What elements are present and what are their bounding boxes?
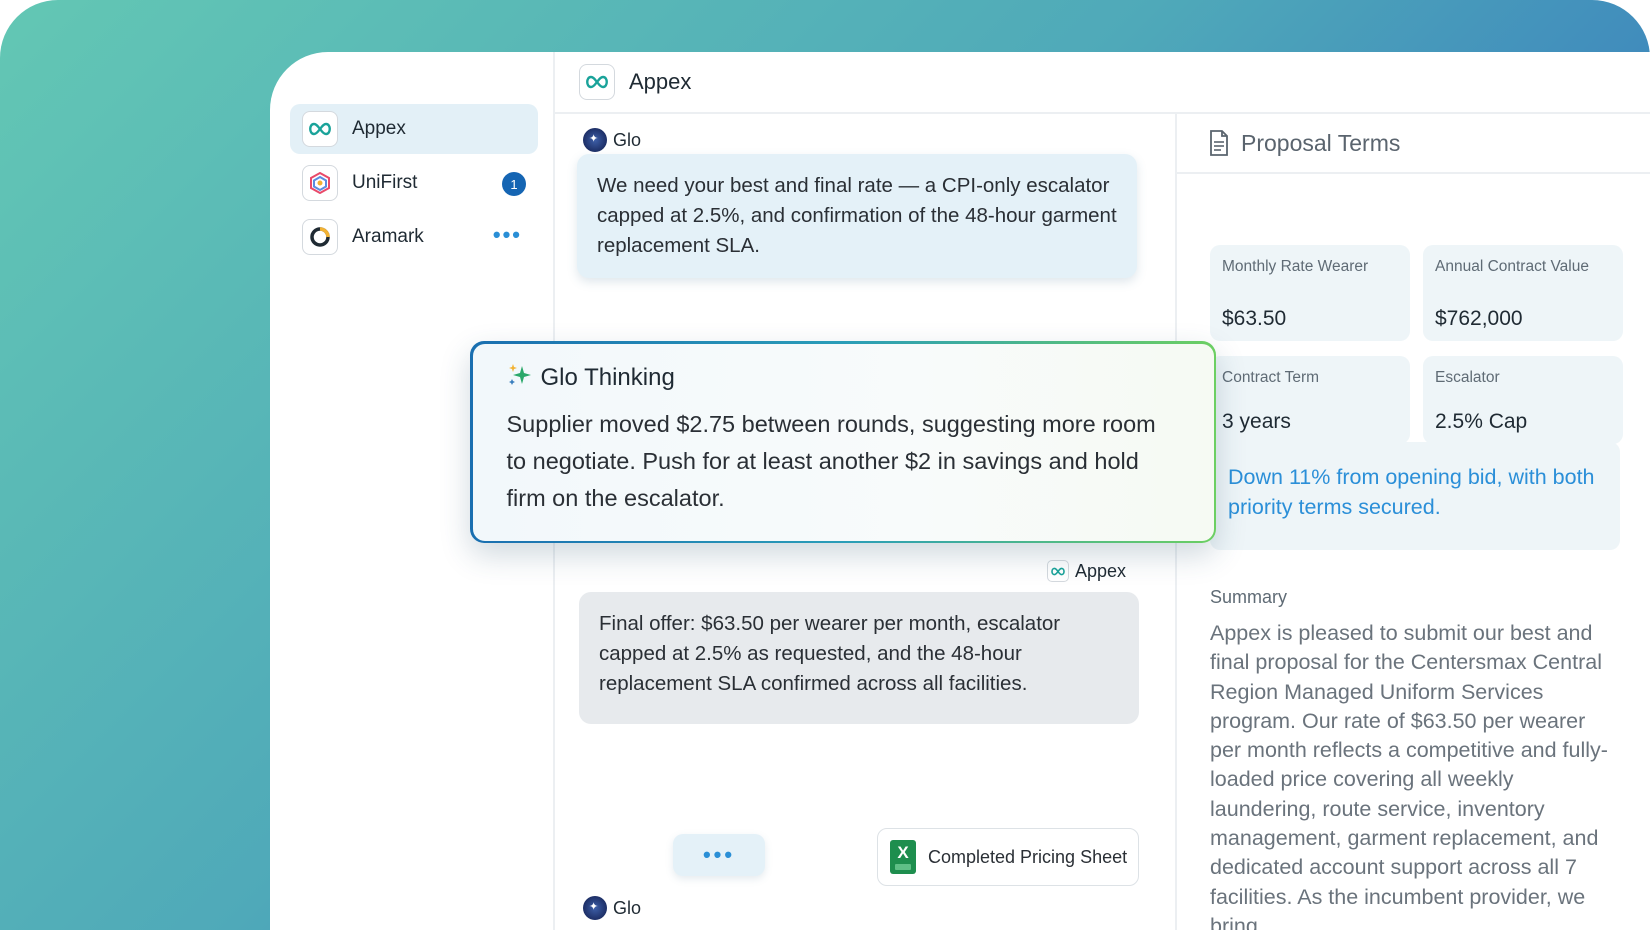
sidebar-item-unifirst[interactable]: UniFirst 1 xyxy=(290,158,538,208)
term-card-contract-term: Contract Term 3 years xyxy=(1210,356,1410,444)
typing-indicator: ••• xyxy=(673,834,765,876)
sidebar-item-label: UniFirst xyxy=(352,172,418,193)
message-bubble: Final offer: $63.50 per wearer per month… xyxy=(579,592,1139,724)
more-options-icon[interactable]: ••• xyxy=(493,222,522,248)
document-icon xyxy=(1210,130,1228,156)
sender-name: Glo xyxy=(613,897,642,918)
message-bubble: We need your best and final rate — a CPI… xyxy=(577,154,1137,278)
glo-thinking-card: Glo Thinking Supplier moved $2.75 betwee… xyxy=(470,341,1216,543)
sidebar-item-label: Aramark xyxy=(352,226,424,247)
term-label: Monthly Rate Wearer xyxy=(1222,258,1369,275)
sparkle-icon xyxy=(507,362,533,394)
thinking-text: Supplier moved $2.75 between rounds, sug… xyxy=(506,410,1156,511)
sender-name: Appex xyxy=(1075,560,1127,581)
savings-highlight: Down 11% from opening bid, with both pri… xyxy=(1210,442,1620,550)
message-sender: Glo xyxy=(583,128,641,152)
unread-badge: 1 xyxy=(502,172,526,196)
appex-logo-icon xyxy=(1047,560,1069,582)
thinking-title: Glo Thinking xyxy=(540,363,675,391)
message-sender: Glo xyxy=(583,896,641,920)
panel-header: Proposal Terms xyxy=(1177,114,1650,174)
term-card-monthly-rate: Monthly Rate Wearer $63.50 xyxy=(1210,245,1410,341)
term-label: Contract Term xyxy=(1222,369,1320,386)
term-card-escalator: Escalator 2.5% Cap xyxy=(1423,356,1623,444)
sidebar-item-appex[interactable]: Appex xyxy=(290,104,538,154)
sidebar-item-label: Appex xyxy=(352,118,406,139)
sidebar-item-aramark[interactable]: Aramark ••• xyxy=(290,212,538,262)
appex-logo-icon xyxy=(302,111,338,147)
term-card-annual-value: Annual Contract Value $762,000 xyxy=(1423,245,1623,341)
glo-avatar-icon xyxy=(583,128,607,152)
sender-name: Glo xyxy=(613,129,642,150)
attachment-label: Completed Pricing Sheet xyxy=(928,846,1128,867)
message-sender: Appex xyxy=(1047,560,1126,582)
thinking-header: Glo Thinking xyxy=(507,362,1180,394)
term-value: $63.50 xyxy=(1222,307,1287,330)
summary-text: Appex is pleased to submit our best and … xyxy=(1210,621,1608,930)
excel-file-icon: X xyxy=(890,840,916,874)
term-value: 2.5% Cap xyxy=(1435,410,1528,433)
term-label: Escalator xyxy=(1435,369,1500,386)
proposal-panel: Proposal Terms Monthly Rate Wearer $63.5… xyxy=(1175,114,1650,930)
glo-thinking-content: Glo Thinking Supplier moved $2.75 betwee… xyxy=(472,343,1214,541)
glo-avatar-icon xyxy=(583,896,607,920)
term-value: 3 years xyxy=(1222,410,1291,433)
panel-title: Proposal Terms xyxy=(1241,129,1401,156)
term-label: Annual Contract Value xyxy=(1435,258,1589,275)
summary-heading: Summary xyxy=(1210,587,1288,607)
attachment-file[interactable]: X Completed Pricing Sheet xyxy=(877,828,1139,886)
page-title: Appex xyxy=(629,69,692,94)
appex-logo-icon xyxy=(579,64,615,100)
aramark-logo-icon xyxy=(302,219,338,255)
unifirst-logo-icon xyxy=(302,165,338,201)
conversation-header: Appex xyxy=(555,52,1650,114)
term-value: $762,000 xyxy=(1435,307,1523,330)
